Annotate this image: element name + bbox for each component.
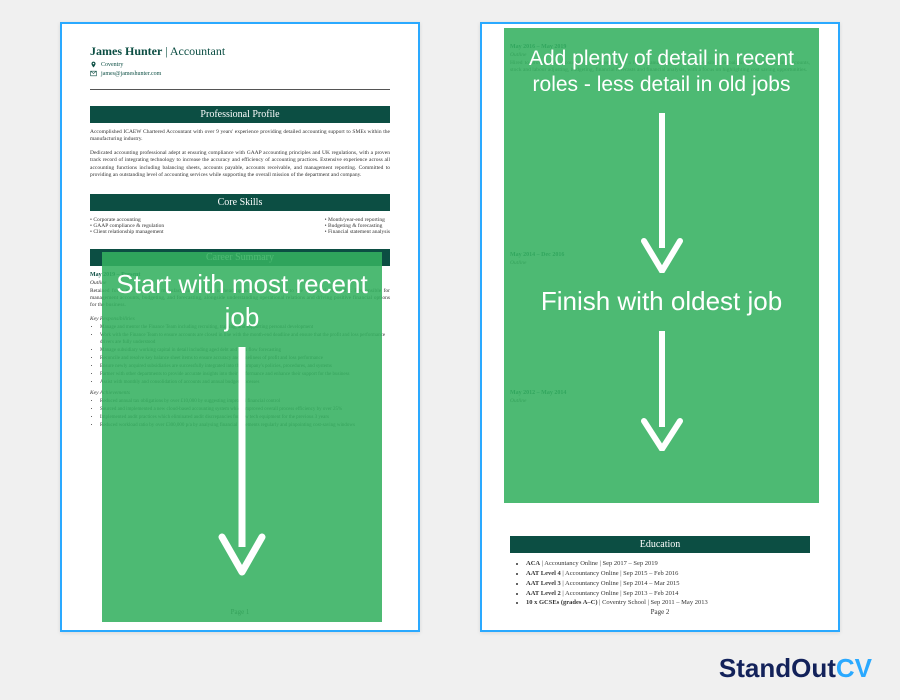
arrow-down-icon	[640, 113, 684, 273]
cv-email: james@jameshunter.com	[101, 71, 161, 77]
annotation-2-top-text: Add plenty of detail in recent roles - l…	[516, 46, 807, 99]
skill-item: Financial statement analysis	[325, 229, 390, 235]
core-skills-right: Month/year-end reporting Budgeting & for…	[325, 217, 390, 235]
arrow-down-icon	[640, 331, 684, 451]
core-skills-banner: Core Skills	[90, 194, 390, 211]
contact-location: Coventry	[90, 61, 390, 68]
annotation-2-bottom-text: Finish with oldest job	[541, 285, 782, 318]
education-item: AAT Level 3 | Accountancy Online | Sep 2…	[526, 579, 810, 589]
skill-item: Budgeting & forecasting	[325, 223, 390, 229]
cv-page-1: James Hunter | Accountant Coventry james…	[60, 22, 420, 632]
annotation-overlay-2: Add plenty of detail in recent roles - l…	[504, 28, 819, 503]
profile-p2: Dedicated accounting professional adept …	[90, 150, 390, 180]
education-item: ACA | Accountancy Online | Sep 2017 – Se…	[526, 559, 810, 569]
skill-item: Month/year-end reporting	[325, 217, 390, 223]
arrow-down-icon	[217, 347, 267, 577]
education-list: ACA | Accountancy Online | Sep 2017 – Se…	[526, 559, 810, 608]
education-item: 10 x GCSEs (grades A–C) | Coventry Schoo…	[526, 598, 810, 608]
cv-role: Accountant	[170, 44, 225, 58]
page-2-number: Page 2	[510, 608, 810, 616]
brand-word-2: CV	[836, 653, 872, 683]
contact-email: james@jameshunter.com	[90, 70, 390, 77]
education-item: AAT Level 2 | Accountancy Online | Sep 2…	[526, 589, 810, 599]
skill-item: GAAP compliance & regulation	[90, 223, 164, 229]
cv-location: Coventry	[101, 62, 123, 68]
core-skills-columns: Corporate accounting GAAP compliance & r…	[90, 217, 390, 235]
education-item: AAT Level 4 | Accountancy Online | Sep 2…	[526, 569, 810, 579]
email-icon	[90, 70, 97, 77]
header-rule	[90, 89, 390, 90]
skill-item: Client relationship management	[90, 229, 164, 235]
cv-name: James Hunter	[90, 44, 162, 58]
brand-word-1: StandOut	[719, 653, 836, 683]
annotation-overlay-1: Start with most recent job	[102, 252, 382, 622]
core-skills-left: Corporate accounting GAAP compliance & r…	[90, 217, 164, 235]
cv-page-2: May 2016 – May 2019 Outline Hired to pro…	[480, 22, 840, 632]
profile-p1: Accomplished ICAEW Chartered Accountant …	[90, 129, 390, 144]
annotation-1-text: Start with most recent job	[114, 268, 370, 333]
location-icon	[90, 61, 97, 68]
pages-container: James Hunter | Accountant Coventry james…	[0, 0, 900, 632]
cv-name-header: James Hunter | Accountant	[90, 44, 390, 59]
profile-banner: Professional Profile	[90, 106, 390, 123]
brand-logo: StandOutCV	[719, 653, 872, 684]
education-banner: Education	[510, 536, 810, 553]
